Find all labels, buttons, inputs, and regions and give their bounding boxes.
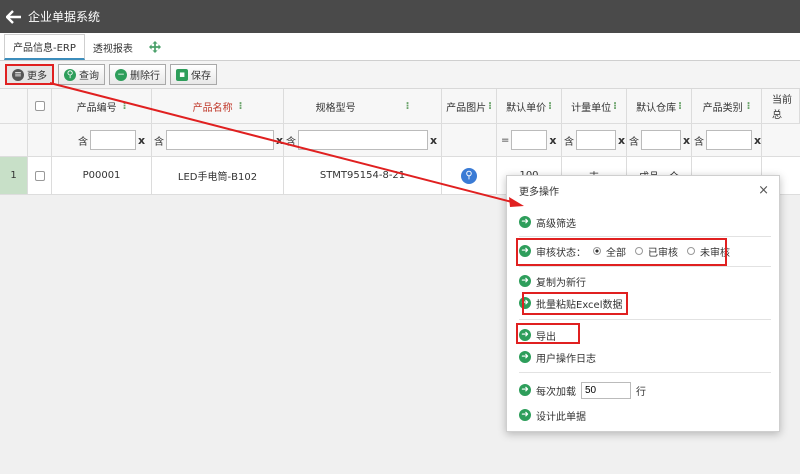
select-all-checkbox[interactable] (34, 101, 45, 111)
radio-all[interactable] (593, 247, 601, 255)
filter-price-input[interactable] (511, 130, 548, 150)
radio-unaudited[interactable] (687, 247, 695, 255)
filter-spec: 含x (284, 124, 442, 156)
delete-row-label: 删除行 (130, 71, 160, 82)
arrow-right-icon: ➜ (519, 384, 531, 396)
clear-icon[interactable]: x (754, 134, 761, 147)
row-checkbox[interactable] (34, 170, 45, 181)
filter-warehouse-input[interactable] (641, 130, 681, 150)
filter-product-name-input[interactable] (166, 130, 274, 150)
header-product-image[interactable]: 产品图片 ⁝ (442, 89, 497, 123)
filter-product-code: 含x (52, 124, 152, 156)
clear-icon[interactable]: x (138, 134, 145, 147)
menu-advanced-filter[interactable]: ➜ 高级筛选 (519, 213, 576, 231)
row-number: 1 (0, 157, 28, 194)
move-icon[interactable] (141, 34, 169, 60)
cell-product-image[interactable]: ⚲ (442, 157, 497, 194)
tab-product-info[interactable]: 产品信息-ERP (4, 34, 85, 60)
arrow-right-icon: ➜ (519, 275, 531, 287)
toolbar: ≡ 更多 ⚲ 查询 − 删除行 ▪ 保存 (0, 61, 800, 89)
arrow-right-icon: ➜ (519, 297, 531, 309)
minus-icon: − (115, 68, 127, 81)
cell-product-name[interactable]: LED手电筒-B102 (152, 157, 284, 194)
query-button[interactable]: ⚲ 查询 (58, 64, 105, 85)
header-default-price[interactable]: 默认单价 ⁝ (497, 89, 562, 123)
more-actions-dialog: 更多操作 × ➜ 高级筛选 ➜ 审核状态： 全部 已审核 未审核 ➜ 复制为新行… (506, 175, 780, 432)
filter-default-price: = x (497, 124, 562, 156)
arrow-right-icon: ➜ (519, 216, 531, 228)
header-unit[interactable]: 计量单位 ⁝ (562, 89, 627, 123)
clear-icon[interactable]: x (276, 134, 283, 147)
grid-filter-row: 含x 含x 含x = x 含x 含x 含x (0, 124, 800, 157)
header-category[interactable]: 产品类别 ⁝ (692, 89, 762, 123)
more-icon: ≡ (12, 68, 24, 81)
clear-icon[interactable]: x (618, 134, 625, 147)
filter-unit-input[interactable] (576, 130, 616, 150)
grid-header: 产品编号 ⁝ 产品名称 ⁝ 规格型号 ⁝ 产品图片 ⁝ 默认单价 ⁝ 计量单位 ⁝ 默认仓库… (0, 89, 800, 124)
save-button[interactable]: ▪ 保存 (170, 64, 217, 85)
clear-icon[interactable]: x (430, 134, 437, 147)
header-product-code[interactable]: 产品编号 ⁝ (52, 89, 152, 123)
menu-design-form[interactable]: ➜ 设计此单据 (519, 406, 586, 424)
save-icon: ▪ (176, 68, 188, 81)
query-label: 查询 (79, 71, 99, 82)
menu-load-count: ➜ 每次加载 行 (519, 381, 646, 399)
filter-product-code-input[interactable] (90, 130, 136, 150)
dialog-header: 更多操作 × (507, 176, 779, 204)
header-product-name[interactable]: 产品名称 ⁝ (152, 89, 284, 123)
arrow-right-icon: ➜ (519, 351, 531, 363)
row-select[interactable] (28, 157, 52, 194)
menu-copy-new-row[interactable]: ➜ 复制为新行 (519, 272, 586, 290)
menu-export[interactable]: ➜ 导出 (519, 326, 556, 344)
title-bar: 企业单据系统 (0, 0, 800, 33)
more-button[interactable]: ≡ 更多 (5, 64, 54, 85)
cell-spec[interactable]: STMT95154-8-21 (284, 157, 442, 194)
delete-row-button[interactable]: − 删除行 (109, 64, 166, 85)
header-warehouse[interactable]: 默认仓库 ⁝ (627, 89, 692, 123)
tab-pivot-report[interactable]: 透视报表 (85, 34, 141, 60)
clear-icon[interactable]: x (683, 134, 690, 147)
search-icon: ⚲ (64, 68, 76, 81)
more-label: 更多 (27, 71, 47, 82)
tab-bar: 产品信息-ERP 透视报表 (0, 33, 800, 61)
app-title: 企业单据系统 (28, 10, 101, 24)
clear-icon[interactable]: x (549, 134, 556, 147)
attachment-icon[interactable]: ⚲ (461, 167, 477, 184)
save-label: 保存 (191, 71, 211, 82)
close-icon[interactable]: × (758, 183, 769, 198)
menu-user-log[interactable]: ➜ 用户操作日志 (519, 348, 596, 366)
radio-audited[interactable] (635, 247, 643, 255)
filter-spec-input[interactable] (298, 130, 428, 150)
menu-audit-status: ➜ 审核状态： 全部 已审核 未审核 (519, 242, 732, 260)
dialog-title: 更多操作 (519, 186, 559, 198)
header-select-all[interactable] (28, 89, 52, 123)
header-spec[interactable]: 规格型号 ⁝ (284, 89, 442, 123)
load-count-input[interactable] (581, 381, 631, 399)
menu-batch-paste-excel[interactable]: ➜ 批量粘贴Excel数据 (519, 294, 623, 312)
arrow-right-icon: ➜ (519, 329, 531, 341)
cell-product-code[interactable]: P00001 (52, 157, 152, 194)
back-arrow-icon[interactable] (6, 9, 22, 24)
filter-product-name: 含x (152, 124, 284, 156)
filter-category: 含x (692, 124, 762, 156)
arrow-right-icon: ➜ (519, 245, 531, 257)
header-current-total[interactable]: 当前总 (762, 89, 800, 123)
filter-unit: 含x (562, 124, 627, 156)
filter-category-input[interactable] (706, 130, 752, 150)
filter-warehouse: 含x (627, 124, 692, 156)
header-rownum (0, 89, 28, 123)
arrow-right-icon: ➜ (519, 409, 531, 421)
